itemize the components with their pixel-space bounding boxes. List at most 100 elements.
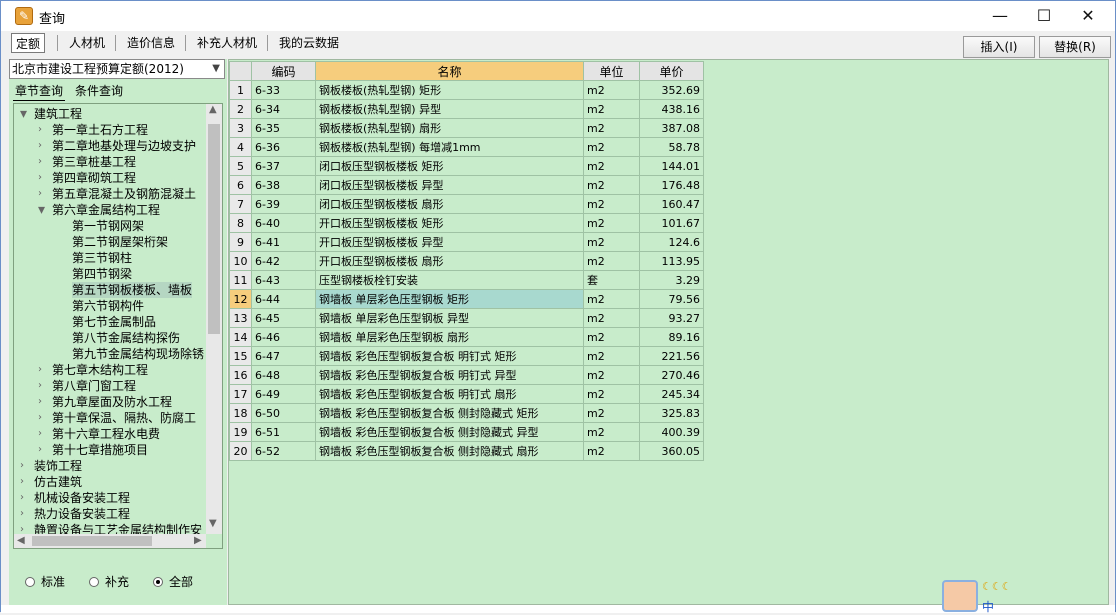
header-code[interactable]: 编码 — [251, 61, 316, 81]
tree-node[interactable]: 第四章砌筑工程 — [52, 170, 136, 186]
quota-library-dropdown[interactable]: 北京市建设工程预算定额(2012) ▼ — [9, 59, 225, 79]
row-number[interactable]: 13 — [229, 308, 252, 328]
ime-toolbar[interactable]: ☾☾☾ 中 — [940, 578, 1116, 615]
row-number[interactable]: 16 — [229, 365, 252, 385]
cell-name[interactable]: 钢墙板 彩色压型钢板复合板 明钉式 扇形 — [315, 384, 584, 404]
tree-node[interactable]: 第一章土石方工程 — [52, 122, 148, 138]
cell-unit[interactable]: m2 — [583, 441, 640, 461]
cell-unit[interactable]: m2 — [583, 232, 640, 252]
cell-price[interactable]: 160.47 — [639, 194, 704, 214]
row-number[interactable]: 9 — [229, 232, 252, 252]
cell-price[interactable]: 89.16 — [639, 327, 704, 347]
chevron-right-icon[interactable]: › — [38, 410, 42, 426]
cell-code[interactable]: 6-35 — [251, 118, 316, 138]
tree-node[interactable]: 第七章木结构工程 — [52, 362, 148, 378]
table-row[interactable]: 11 6-43 压型钢楼板栓钉安装套 3.29 — [229, 270, 704, 290]
chevron-down-icon[interactable]: ▾ — [38, 202, 45, 218]
row-number[interactable]: 19 — [229, 422, 252, 442]
cell-name[interactable]: 钢板楼板(热轧型钢) 每增减1mm — [315, 137, 584, 157]
tab-zaojia-info[interactable]: 造价信息 — [123, 33, 179, 53]
cell-name[interactable]: 开口板压型钢板楼板 扇形 — [315, 251, 584, 271]
cell-unit[interactable]: m2 — [583, 137, 640, 157]
row-number[interactable]: 3 — [229, 118, 252, 138]
radio-supplement[interactable]: 补充 — [89, 575, 129, 589]
tree-node[interactable]: 第十六章工程水电费 — [52, 426, 160, 442]
row-number[interactable]: 1 — [229, 80, 252, 100]
cell-price[interactable]: 360.05 — [639, 441, 704, 461]
tree-node[interactable]: 第三节钢柱 — [72, 250, 132, 266]
cell-price[interactable]: 101.67 — [639, 213, 704, 233]
chevron-right-icon[interactable]: › — [38, 186, 42, 202]
scroll-up-icon[interactable]: ▲ — [209, 104, 217, 118]
cell-unit[interactable]: m2 — [583, 327, 640, 347]
radio-all[interactable]: 全部 — [153, 575, 193, 589]
tree-node[interactable]: 第二章地基处理与边坡支护 — [52, 138, 196, 154]
cell-unit[interactable]: m2 — [583, 80, 640, 100]
table-row[interactable]: 8 6-40 开口板压型钢板楼板 矩形 m2 101.67 — [229, 213, 704, 233]
tree-node[interactable]: 第十章保温、隔热、防腐工 — [52, 410, 196, 426]
chevron-down-icon[interactable]: ▼ — [212, 60, 220, 78]
chevron-right-icon[interactable]: › — [38, 426, 42, 442]
tab-dinge[interactable]: 定额 — [11, 33, 46, 53]
cell-code[interactable]: 6-38 — [251, 175, 316, 195]
table-row[interactable]: 5 6-37 闭口板压型钢板楼板 矩形 m2 144.01 — [229, 156, 704, 176]
cell-code[interactable]: 6-40 — [251, 213, 316, 233]
row-number[interactable]: 17 — [229, 384, 252, 404]
cell-name[interactable]: 钢板楼板(热轧型钢) 矩形 — [315, 80, 584, 100]
tree-node[interactable]: 第六章金属结构工程 — [52, 202, 160, 218]
cell-unit[interactable]: m2 — [583, 422, 640, 442]
cell-name[interactable]: 闭口板压型钢板楼板 异型 — [315, 175, 584, 195]
table-row[interactable]: 15 6-47 钢墙板 彩色压型钢板复合板 明钉式 矩形 m2 221.56 — [229, 346, 704, 366]
cell-code[interactable]: 6-44 — [251, 289, 316, 309]
cell-price[interactable]: 221.56 — [639, 346, 704, 366]
table-row[interactable]: 1 6-33 钢板楼板(热轧型钢) 矩形 m2 352.69 — [229, 80, 704, 100]
cell-code[interactable]: 6-37 — [251, 156, 316, 176]
cell-price[interactable]: 400.39 — [639, 422, 704, 442]
row-number[interactable]: 10 — [229, 251, 252, 271]
row-number[interactable]: 6 — [229, 175, 252, 195]
table-row[interactable]: 9 6-41 开口板压型钢板楼板 异型 m2 124.6 — [229, 232, 704, 252]
cell-unit[interactable]: m2 — [583, 346, 640, 366]
ime-mode-label[interactable]: 中 — [982, 598, 994, 615]
tree-node[interactable]: 第六节钢构件 — [72, 298, 144, 314]
cell-code[interactable]: 6-51 — [251, 422, 316, 442]
tab-condition-query[interactable]: 条件查询 — [73, 83, 125, 101]
avatar[interactable] — [942, 580, 978, 612]
cell-price[interactable]: 325.83 — [639, 403, 704, 423]
header-price[interactable]: 单价 — [639, 61, 704, 81]
replace-button[interactable]: 替换(R) — [1039, 36, 1111, 58]
cell-code[interactable]: 6-43 — [251, 270, 316, 290]
cell-name[interactable]: 钢墙板 单层彩色压型钢板 扇形 — [315, 327, 584, 347]
close-icon[interactable]: ✕ — [1065, 1, 1111, 31]
table-row[interactable]: 6 6-38 闭口板压型钢板楼板 异型 m2 176.48 — [229, 175, 704, 195]
cell-unit[interactable]: m2 — [583, 213, 640, 233]
cell-unit[interactable]: m2 — [583, 156, 640, 176]
cell-unit[interactable]: m2 — [583, 289, 640, 309]
tree-node[interactable]: 第八章门窗工程 — [52, 378, 136, 394]
cell-name[interactable]: 开口板压型钢板楼板 异型 — [315, 232, 584, 252]
cell-code[interactable]: 6-42 — [251, 251, 316, 271]
cell-code[interactable]: 6-48 — [251, 365, 316, 385]
table-row[interactable]: 4 6-36 钢板楼板(热轧型钢) 每增减1mm m2 58.78 — [229, 137, 704, 157]
tree-horizontal-scrollbar[interactable]: ◀ ▶ — [14, 534, 206, 548]
tree-node[interactable]: 第五章混凝土及钢筋混凝土 — [52, 186, 196, 202]
cell-unit[interactable]: m2 — [583, 118, 640, 138]
scroll-thumb[interactable] — [32, 536, 152, 546]
cell-unit[interactable]: m2 — [583, 403, 640, 423]
cell-name[interactable]: 钢墙板 彩色压型钢板复合板 侧封隐藏式 矩形 — [315, 403, 584, 423]
cell-unit[interactable]: m2 — [583, 194, 640, 214]
scroll-left-icon[interactable]: ◀ — [17, 533, 25, 548]
tab-supplement-rencaiji[interactable]: 补充人材机 — [193, 33, 261, 53]
cell-unit[interactable]: m2 — [583, 175, 640, 195]
tree-node[interactable]: 仿古建筑 — [34, 474, 82, 490]
chevron-right-icon[interactable]: › — [38, 362, 42, 378]
table-row[interactable]: 18 6-50 钢墙板 彩色压型钢板复合板 侧封隐藏式 矩形 m2 325.83 — [229, 403, 704, 423]
radio-standard[interactable]: 标准 — [25, 575, 65, 589]
cell-name[interactable]: 钢墙板 单层彩色压型钢板 矩形 — [315, 289, 584, 309]
cell-price[interactable]: 79.56 — [639, 289, 704, 309]
tree-node[interactable]: 第一节钢网架 — [72, 218, 144, 234]
cell-unit[interactable]: m2 — [583, 308, 640, 328]
cell-name[interactable]: 压型钢楼板栓钉安装 — [315, 270, 584, 290]
tree-node[interactable]: 第四节钢梁 — [72, 266, 132, 282]
scroll-thumb[interactable] — [208, 124, 220, 334]
